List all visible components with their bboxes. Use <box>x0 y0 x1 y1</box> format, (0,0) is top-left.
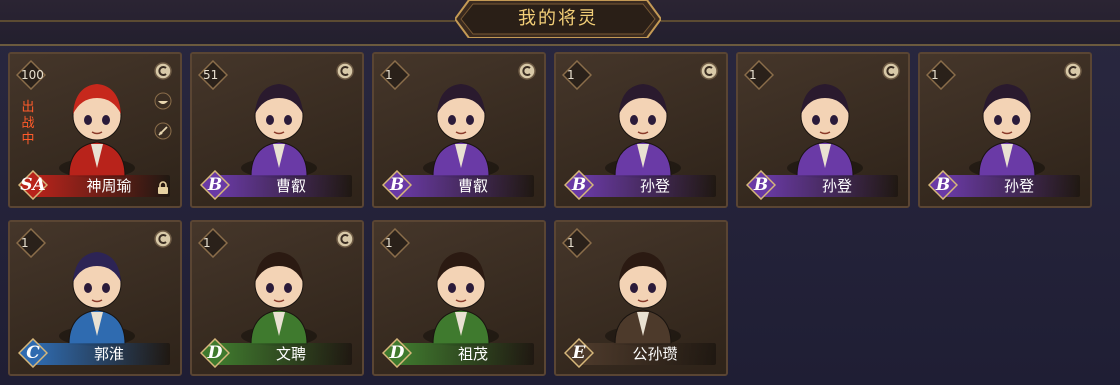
coin-icon[interactable] <box>154 62 172 80</box>
level-badge: 1 <box>562 60 592 90</box>
level-badge: 100 <box>16 60 46 90</box>
header-bar: 我的将灵 <box>0 0 1120 46</box>
grade-badge: B <box>927 169 959 201</box>
spirit-card[interactable]: 1 C 郭淮 <box>8 220 182 376</box>
character-portrait <box>47 236 147 346</box>
level-value: 1 <box>749 68 757 82</box>
character-name: 文聘 <box>275 345 306 363</box>
level-badge: 1 <box>198 228 228 258</box>
character-name: 孙登 <box>1003 177 1034 195</box>
name-plate: B 曹叡 <box>199 169 352 201</box>
level-badge: 1 <box>744 60 774 90</box>
grade-letter: SA <box>20 175 46 195</box>
coin-icon[interactable] <box>700 62 718 80</box>
lock-icon[interactable] <box>156 180 170 194</box>
character-portrait <box>593 236 693 346</box>
level-badge: 1 <box>562 228 592 258</box>
character-portrait <box>411 68 511 178</box>
spirit-card[interactable]: 1 E 公孙瓒 <box>554 220 728 376</box>
level-badge: 1 <box>380 60 410 90</box>
character-name: 神周瑜 <box>86 177 132 195</box>
character-portrait <box>229 68 329 178</box>
grade-letter: B <box>935 175 951 195</box>
level-value: 1 <box>567 68 575 82</box>
name-plate: SA 神周瑜 <box>17 169 170 201</box>
grade-badge: C <box>17 337 49 369</box>
sword-icon[interactable] <box>154 122 172 140</box>
spirit-collection-panel: 我的将灵 100 出战中 SA 神周瑜 51 B 曹叡 1 B 曹叡 1 B 孙… <box>0 0 1120 385</box>
coin-icon[interactable] <box>336 230 354 248</box>
grade-letter: C <box>26 343 40 363</box>
name-plate: D 祖茂 <box>381 337 534 369</box>
character-portrait <box>957 68 1057 178</box>
level-value: 1 <box>385 236 393 250</box>
level-value: 51 <box>203 68 219 82</box>
level-value: 1 <box>931 68 939 82</box>
spirit-card[interactable]: 1 B 孙登 <box>554 52 728 208</box>
spirit-card[interactable]: 1 B 孙登 <box>918 52 1092 208</box>
level-value: 1 <box>203 236 211 250</box>
level-value: 1 <box>567 236 575 250</box>
level-badge: 1 <box>16 228 46 258</box>
character-name: 公孙瓒 <box>632 345 678 363</box>
status-label: 出战中 <box>21 100 35 147</box>
level-badge: 1 <box>926 60 956 90</box>
level-badge: 1 <box>380 228 410 258</box>
grade-letter: B <box>389 175 405 195</box>
character-name: 郭淮 <box>93 345 124 363</box>
character-name: 曹叡 <box>457 177 488 195</box>
coin-icon[interactable] <box>882 62 900 80</box>
character-name: 孙登 <box>821 177 852 195</box>
coin-icon[interactable] <box>336 62 354 80</box>
spirit-card[interactable]: 1 B 孙登 <box>736 52 910 208</box>
grade-badge: B <box>745 169 777 201</box>
spirit-card[interactable]: 100 出战中 SA 神周瑜 <box>8 52 182 208</box>
coin-icon[interactable] <box>518 62 536 80</box>
level-value: 1 <box>21 236 29 250</box>
level-value: 1 <box>385 68 393 82</box>
character-portrait <box>775 68 875 178</box>
header-divider-right <box>661 20 1120 22</box>
grade-badge: D <box>381 337 413 369</box>
grade-badge: B <box>381 169 413 201</box>
grade-letter: E <box>572 343 586 363</box>
coin-icon[interactable] <box>154 230 172 248</box>
grade-letter: D <box>389 343 405 363</box>
level-value: 100 <box>21 68 44 82</box>
grade-badge: SA <box>17 169 49 201</box>
grade-letter: B <box>207 175 223 195</box>
character-name: 祖茂 <box>457 345 488 363</box>
grade-badge: B <box>563 169 595 201</box>
header-divider-left <box>0 20 455 22</box>
grade-badge: E <box>563 337 595 369</box>
grade-badge: B <box>199 169 231 201</box>
character-portrait <box>229 236 329 346</box>
character-name: 孙登 <box>639 177 670 195</box>
name-plate: D 文聘 <box>199 337 352 369</box>
spirit-card[interactable]: 1 D 文聘 <box>190 220 364 376</box>
spirit-card[interactable]: 1 D 祖茂 <box>372 220 546 376</box>
character-portrait <box>593 68 693 178</box>
name-plate: B 曹叡 <box>381 169 534 201</box>
name-plate: B 孙登 <box>927 169 1080 201</box>
name-plate: C 郭淮 <box>17 337 170 369</box>
spirit-card[interactable]: 51 B 曹叡 <box>190 52 364 208</box>
coin-icon[interactable] <box>1064 62 1082 80</box>
grade-badge: D <box>199 337 231 369</box>
name-plate: B 孙登 <box>563 169 716 201</box>
grade-letter: D <box>207 343 223 363</box>
spirit-card[interactable]: 1 B 曹叡 <box>372 52 546 208</box>
grade-letter: B <box>753 175 769 195</box>
name-plate: E 公孙瓒 <box>563 337 716 369</box>
bowl-icon[interactable] <box>154 92 172 110</box>
character-portrait <box>411 236 511 346</box>
page-title: 我的将灵 <box>518 8 598 29</box>
character-name: 曹叡 <box>275 177 306 195</box>
character-portrait <box>47 68 147 178</box>
grade-letter: B <box>571 175 587 195</box>
level-badge: 51 <box>198 60 228 90</box>
name-plate: B 孙登 <box>745 169 898 201</box>
